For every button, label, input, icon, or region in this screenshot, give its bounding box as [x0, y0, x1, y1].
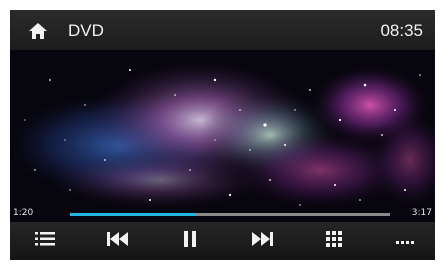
grid-menu-button[interactable] [304, 222, 364, 260]
previous-button[interactable] [88, 222, 148, 260]
nebula-image [10, 50, 435, 222]
control-bar [10, 222, 435, 260]
progress-area: 1:20 3:17 [10, 206, 435, 222]
dvd-player-screen: DVD 08:35 1:20 3:17 [10, 10, 435, 260]
playlist-button[interactable] [15, 222, 75, 260]
pause-button[interactable] [160, 222, 220, 260]
skip-next-icon [251, 231, 273, 251]
pause-icon [183, 230, 197, 252]
grid-menu-icon [326, 230, 342, 252]
clock: 08:35 [380, 21, 423, 40]
home-icon[interactable] [28, 22, 48, 40]
more-options-icon [396, 232, 414, 250]
progress-track[interactable] [70, 213, 390, 216]
video-frame[interactable] [10, 50, 435, 222]
playlist-icon [35, 231, 55, 252]
next-button[interactable] [232, 222, 292, 260]
progress-fill [70, 213, 195, 216]
source-title: DVD [68, 21, 104, 40]
skip-previous-icon [107, 231, 129, 251]
top-bar: DVD 08:35 [10, 10, 435, 50]
total-time: 3:17 [411, 208, 432, 218]
more-options-button[interactable] [375, 222, 435, 260]
elapsed-time: 1:20 [13, 208, 34, 218]
